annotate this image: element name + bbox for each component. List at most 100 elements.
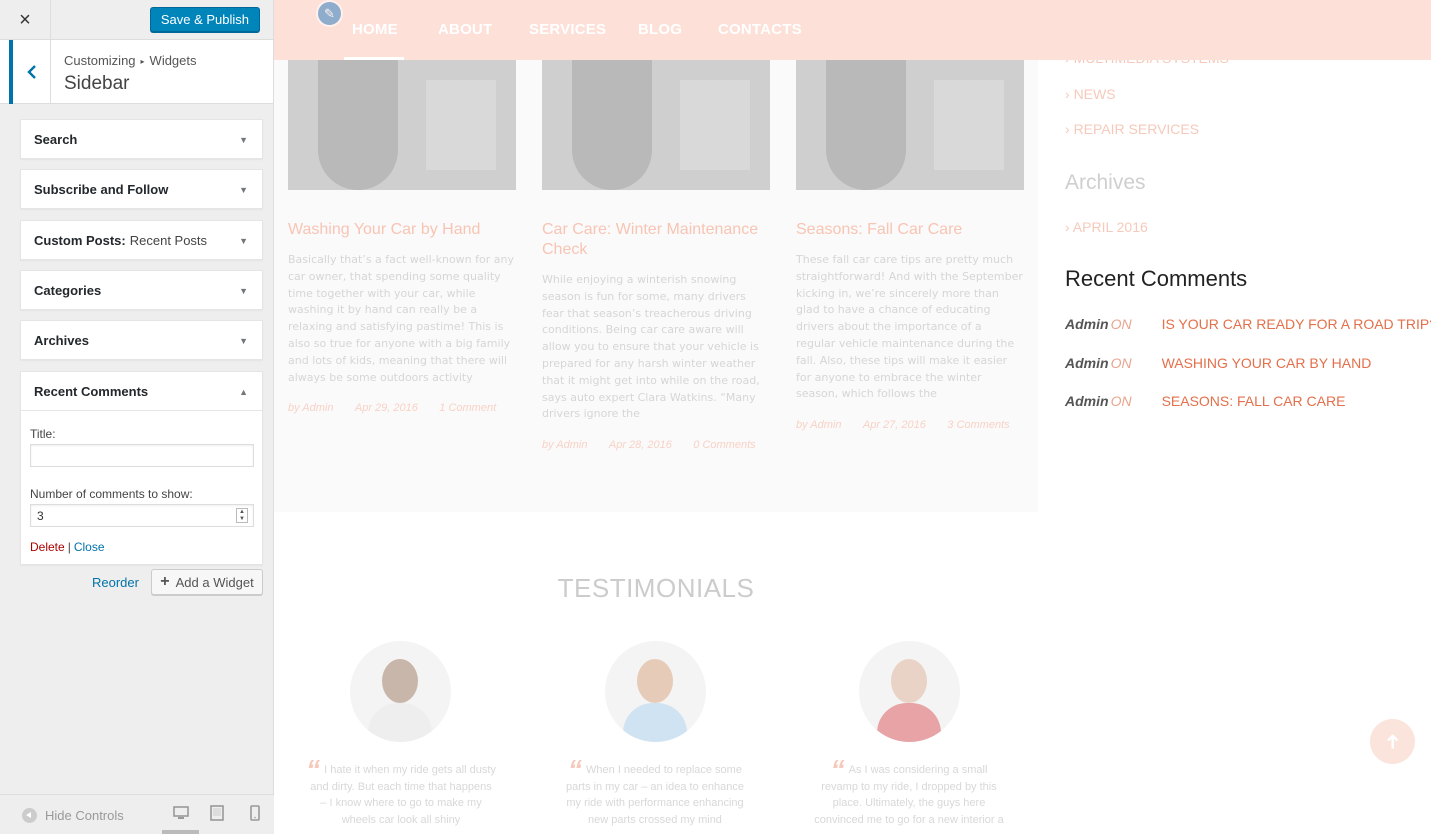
collapse-arrow-icon[interactable]: ▲ [239, 387, 248, 397]
desktop-icon[interactable] [172, 804, 190, 822]
hide-controls-label: Hide Controls [45, 808, 124, 823]
category-link[interactable]: › NEWS [1065, 86, 1116, 102]
post-card: Seasons: Fall Car Care These fall car ca… [796, 60, 1024, 433]
mobile-icon[interactable] [246, 804, 264, 822]
post-comments[interactable]: 0 Comments [693, 439, 755, 451]
reorder-link[interactable]: Reorder [92, 575, 139, 590]
widget-custom-posts[interactable]: Custom Posts: Recent Posts ▼ [20, 220, 263, 260]
post-comments[interactable]: 3 Comments [947, 419, 1009, 431]
site-nav: HOME ABOUT SERVICES BLOG CONTACTS ✎ [274, 0, 1431, 60]
widget-archives[interactable]: Archives ▼ [20, 320, 263, 360]
scroll-to-top-button[interactable]: ➜ [1370, 719, 1415, 764]
comment-post-link[interactable]: IS YOUR CAR READY FOR A ROAD TRIP? [1162, 316, 1431, 332]
testimonial-avatar [605, 641, 706, 742]
comment-post-link[interactable]: WASHING YOUR CAR BY HAND [1162, 355, 1372, 371]
add-widget-label: Add a Widget [175, 574, 254, 590]
post-title[interactable]: Seasons: Fall Car Care [796, 220, 1024, 240]
breadcrumb-widgets: Widgets [149, 53, 197, 68]
delete-link[interactable]: Delete [30, 540, 65, 554]
testimonial-text: “When I needed to replace some parts in … [560, 756, 750, 828]
nav-about[interactable]: ABOUT [438, 21, 492, 38]
comment-author: Admin [1065, 355, 1109, 371]
post-title[interactable]: Car Care: Winter Maintenance Check [542, 220, 770, 260]
expand-arrow-icon[interactable]: ▼ [239, 286, 248, 296]
nav-blog[interactable]: BLOG [638, 21, 682, 38]
count-value: 3 [37, 509, 44, 523]
post-card: Washing Your Car by Hand Basically that’… [288, 60, 516, 416]
chevron-right-icon: › [1065, 121, 1070, 137]
recent-comment-item: Admin ON WASHING YOUR CAR BY HAND [1065, 355, 1371, 371]
customizer-panel: × Save & Publish Customizing ▸ Widgets Sid… [0, 0, 274, 834]
count-label: Number of comments to show: [30, 487, 193, 501]
collapse-arrow-icon [22, 808, 37, 823]
post-author[interactable]: by Admin [796, 419, 841, 431]
comment-author: Admin [1065, 393, 1109, 409]
widget-actions: Delete | Close [30, 540, 253, 554]
close-customizer-icon[interactable]: × [0, 0, 51, 40]
widget-search[interactable]: Search ▼ [20, 119, 263, 159]
hide-controls-button[interactable]: Hide Controls [22, 808, 124, 823]
active-device-indicator [162, 830, 199, 834]
testimonial-text: “As I was considering a small revamp to … [814, 756, 1004, 828]
widget-categories[interactable]: Categories ▼ [20, 270, 263, 310]
expand-arrow-icon[interactable]: ▼ [239, 336, 248, 346]
testimonial-quote: I hate it when my ride gets all dusty an… [310, 764, 496, 826]
testimonial-avatar [350, 641, 451, 742]
section-title: Customizing ▸ Widgets Sidebar [0, 40, 273, 104]
post-image[interactable] [288, 60, 516, 190]
post-date[interactable]: Apr 27, 2016 [863, 419, 926, 431]
post-date[interactable]: Apr 29, 2016 [355, 402, 418, 414]
archives-heading: Archives [1065, 171, 1146, 194]
tablet-icon[interactable] [208, 804, 226, 822]
widget-recent-comments[interactable]: Recent Comments ▲ Title: Number of commen… [20, 371, 263, 565]
back-button[interactable] [9, 40, 51, 104]
post-image[interactable] [542, 60, 770, 190]
nav-home[interactable]: HOME [352, 21, 398, 38]
recent-comments-heading: Recent Comments [1065, 266, 1248, 291]
widget-title: Search [34, 131, 78, 147]
widget-title: Subscribe and Follow [34, 181, 169, 197]
edit-shortcut-pencil-icon[interactable]: ✎ [316, 0, 343, 27]
post-title[interactable]: Washing Your Car by Hand [288, 220, 516, 240]
nav-services[interactable]: SERVICES [529, 21, 606, 38]
nav-contacts[interactable]: CONTACTS [718, 21, 802, 38]
expand-arrow-icon[interactable]: ▼ [239, 185, 248, 195]
post-author[interactable]: by Admin [542, 439, 587, 451]
post-excerpt: While enjoying a winterish snowing seaso… [542, 273, 760, 421]
post-excerpt: Basically that’s a fact well-known for a… [288, 253, 514, 384]
site-preview: Washing Your Car by Hand Basically that’… [274, 0, 1431, 834]
widget-title: Recent Comments [34, 383, 149, 399]
testimonial-avatar [859, 641, 960, 742]
expand-arrow-icon[interactable]: ▼ [239, 135, 248, 145]
category-label: REPAIR SERVICES [1073, 121, 1200, 137]
widget-subscribe-follow[interactable]: Subscribe and Follow ▼ [20, 169, 263, 209]
post-meta: by Admin Apr 29, 2016 1 Comment [288, 400, 516, 416]
archive-link[interactable]: › APRIL 2016 [1065, 219, 1148, 235]
title-input[interactable] [30, 444, 254, 467]
count-input[interactable]: 3 ▲ ▼ [30, 504, 254, 527]
comment-on: ON [1110, 316, 1132, 332]
post-comments[interactable]: 1 Comment [439, 402, 496, 414]
post-image[interactable] [796, 60, 1024, 190]
close-link[interactable]: Close [74, 540, 105, 554]
post-meta: by Admin Apr 28, 2016 0 Comments [542, 437, 770, 453]
chevron-right-icon: › [1065, 219, 1070, 235]
action-separator: | [67, 540, 71, 554]
add-widget-button[interactable]: + Add a Widget [151, 569, 263, 595]
comment-author: Admin [1065, 316, 1109, 332]
widget-title: Custom Posts: [34, 232, 126, 248]
post-excerpt: These fall car care tips are pretty much… [796, 253, 1023, 401]
comment-post-link[interactable]: SEASONS: FALL CAR CARE [1162, 393, 1346, 409]
category-link[interactable]: › REPAIR SERVICES [1065, 121, 1199, 137]
post-author[interactable]: by Admin [288, 402, 333, 414]
panel-footer: Hide Controls [0, 794, 274, 834]
breadcrumb-customizing: Customizing [64, 53, 136, 68]
panel-header: × Save & Publish [0, 0, 273, 40]
post-date[interactable]: Apr 28, 2016 [609, 439, 672, 451]
post-meta: by Admin Apr 27, 2016 3 Comments [796, 417, 1024, 433]
post-card: Car Care: Winter Maintenance Check While… [542, 60, 770, 453]
widget-subtitle: Recent Posts [129, 232, 208, 248]
number-stepper-icon[interactable]: ▲ ▼ [236, 508, 248, 523]
expand-arrow-icon[interactable]: ▼ [239, 236, 248, 246]
save-publish-button[interactable]: Save & Publish [149, 7, 260, 32]
